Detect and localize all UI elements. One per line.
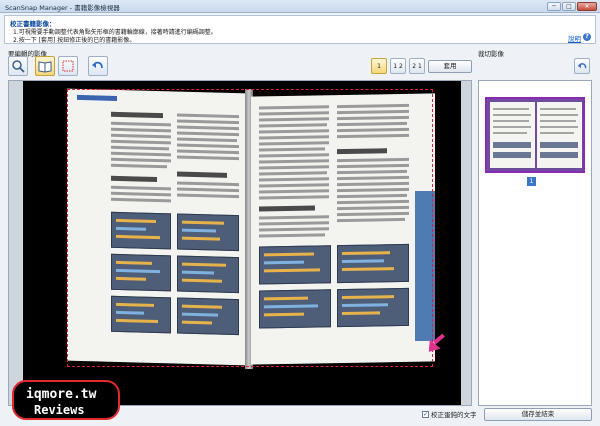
thumbnail-page-number: 1 [527,177,536,186]
apply-button[interactable]: 套用 [428,60,472,73]
editor-toolbar: 1 1 2 2 1 套用 [8,56,472,77]
watermark-line-2: Reviews [34,403,85,417]
maximize-button[interactable]: □ [562,2,576,11]
help-icon[interactable]: ? [583,33,591,41]
dotted-rectangle-icon [62,60,74,72]
scanned-book-image[interactable] [23,81,461,405]
rotate-arrow-icon [577,62,586,68]
undo-button[interactable] [88,56,108,76]
preview-toolbar [478,56,592,77]
window-controls: ─ □ ✕ [547,2,597,11]
undo-arrow-icon [92,61,103,69]
correct-text-checkbox[interactable]: ✓ [422,410,429,418]
thumbnail-left-page [490,102,535,168]
right-left-page-button[interactable]: 2 1 [409,58,425,74]
thumbnail-right-page [537,102,582,168]
left-right-page-button[interactable]: 1 2 [390,58,406,74]
minimize-button[interactable]: ─ [547,2,561,11]
book-outline-tool-button[interactable] [35,56,55,76]
watermark-line-1: iqmore.tw [26,387,97,402]
watermark-logo: iqmore.tw Reviews [12,380,120,420]
book-outline-crop-line[interactable] [67,89,433,367]
instruction-step-2: 2.按一下 [套用] 按鈕修正後的已的書籍影像。 [13,37,136,44]
rotate-button[interactable] [574,58,590,74]
cropped-image-thumbnail[interactable] [485,97,585,173]
magnifier-icon [12,60,25,73]
finger-erase-tool-button[interactable] [58,56,78,76]
zoom-tool-button[interactable] [8,56,28,76]
help-link[interactable]: 說明 [568,33,581,43]
close-button[interactable]: ✕ [577,2,597,11]
window-title: ScanSnap Manager - 書籍影像檢視器 [5,4,120,12]
instruction-panel: 校正書籍影像： 1.可視需要手動調整代表角點矢形框的書籍輪廓線，接著時請進行編碼… [4,15,596,44]
cropped-image-panel: 1 [478,80,592,406]
correct-text-label: 校正蛋鈍的文字 [431,411,477,419]
book-icon [38,61,52,73]
correct-text-option[interactable]: ✓ 校正蛋鈍的文字 [422,409,477,419]
single-page-button[interactable]: 1 [371,58,387,74]
book-image-editor[interactable] [8,80,472,406]
save-and-exit-button[interactable]: 儲存並結束 [484,408,592,421]
title-bar: ScanSnap Manager - 書籍影像檢視器 ─ □ ✕ [0,0,600,13]
